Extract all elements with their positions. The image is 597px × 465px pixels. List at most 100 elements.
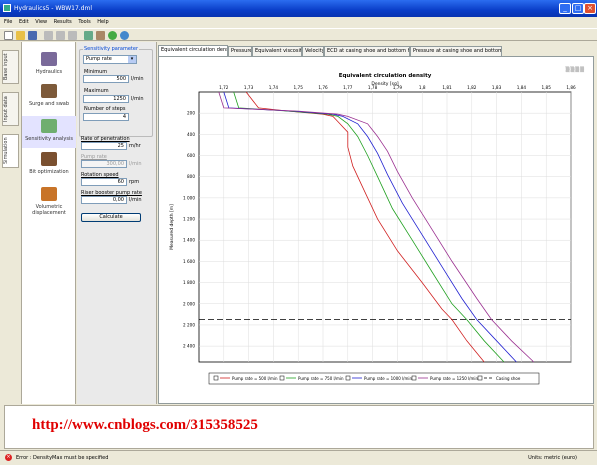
legend-checkbox — [411, 375, 417, 381]
minimum-unit: l/min — [131, 76, 144, 82]
new-icon[interactable] — [4, 31, 13, 40]
volumetric-icon — [41, 187, 57, 201]
steps-input[interactable]: 4 — [83, 113, 129, 121]
legend-checkbox — [279, 375, 285, 381]
x-tick-label: 1,82 — [467, 85, 477, 90]
riser-unit: l/min — [129, 197, 142, 203]
y-tick-label: 2 400 — [183, 344, 195, 349]
nav-volumetric-displacement[interactable]: Volumetric displacement — [22, 187, 76, 221]
x-tick-label: 1,86 — [566, 85, 576, 90]
x-tick-label: 1,83 — [492, 85, 502, 90]
nav-hydraulics[interactable]: Hydraulics — [22, 52, 76, 82]
calculate-button[interactable]: Calculate — [81, 213, 141, 222]
rop-input[interactable]: 25 — [81, 142, 127, 150]
x-tick-label: 1,72 — [219, 85, 229, 90]
nav-sensitivity-analysis[interactable]: Sensitivity analysis — [22, 116, 76, 148]
nav-label: Surge and swab — [28, 101, 70, 107]
menu-help[interactable]: Help — [97, 19, 108, 25]
tab-equivalent-viscosity[interactable]: Equivalent viscosity — [252, 46, 302, 56]
tab-pressure-casing-shoe[interactable]: Pressure at casing shoe and bottom hole — [410, 46, 502, 56]
help-icon[interactable] — [120, 31, 129, 40]
refresh-icon[interactable] — [108, 31, 117, 40]
nav-surge-and-swab[interactable]: Surge and swab — [22, 84, 76, 114]
maximum-unit: l/min — [131, 96, 144, 102]
cut-icon[interactable] — [44, 31, 53, 40]
nav-bit-optimization[interactable]: Bit optimization — [22, 152, 76, 182]
y-tick-label: 800 — [187, 174, 195, 179]
open-icon[interactable] — [16, 31, 25, 40]
nav-label: Volumetric displacement — [32, 204, 66, 216]
y-tick-label: 2 200 — [183, 322, 195, 327]
close-button[interactable]: × — [584, 3, 596, 14]
tools-icon[interactable] — [96, 31, 105, 40]
tab-simulation[interactable]: Simulation — [2, 134, 19, 168]
tab-ecd[interactable]: Equivalent circulation density — [158, 45, 228, 56]
parameters-panel: Sensitivity parameter Pump rate ▾ Minimu… — [77, 42, 157, 404]
x-tick-label: 1,84 — [517, 85, 527, 90]
left-tab-strip: Base input Input data Simulation — [0, 42, 22, 404]
x-tick-label: 1,76 — [318, 85, 328, 90]
pump-rate-input: 300,00 — [81, 160, 127, 168]
minimum-input[interactable]: 500 — [83, 75, 129, 83]
maximize-button[interactable]: □ — [572, 3, 584, 14]
rotation-unit: rpm — [129, 179, 140, 185]
chart-panel: ▒▒▒▒ Equivalent circulation density Densi… — [158, 56, 594, 404]
menu-bar: File Edit View Results Tools Help — [0, 17, 597, 28]
filter-icon[interactable] — [84, 31, 93, 40]
legend-entry: Pump rate = 1000 l/min — [364, 376, 413, 381]
chevron-down-icon: ▾ — [128, 56, 136, 63]
surge-icon — [41, 84, 57, 98]
tab-input-data[interactable]: Input data — [2, 92, 19, 126]
rotation-input[interactable]: 60 — [81, 178, 127, 186]
chart-tabs: Equivalent circulation density Pressure … — [158, 45, 594, 56]
menu-view[interactable]: View — [35, 19, 47, 25]
pump-rate-unit: l/min — [129, 161, 142, 167]
paste-icon[interactable] — [68, 31, 77, 40]
save-icon[interactable] — [28, 31, 37, 40]
legend-checkbox — [213, 375, 219, 381]
status-units: Units: metric (euro) — [528, 455, 577, 461]
chart-title: Equivalent circulation density — [339, 73, 432, 79]
x-tick-label: 1,77 — [343, 85, 353, 90]
tab-pressure[interactable]: Pressure — [228, 46, 252, 56]
tab-base-input[interactable]: Base input — [2, 50, 19, 84]
app-icon — [3, 4, 11, 12]
rop-unit: m/hr — [129, 143, 141, 149]
y-tick-label: 1 600 — [183, 259, 195, 264]
minimize-button[interactable]: _ — [559, 3, 571, 14]
riser-input[interactable]: 0,00 — [81, 196, 127, 204]
menu-edit[interactable]: Edit — [19, 19, 29, 25]
nav-label: Bit optimization — [29, 169, 69, 175]
y-tick-label: 200 — [187, 111, 195, 116]
bit-icon — [41, 152, 57, 166]
tab-velocity[interactable]: Velocity — [302, 46, 324, 56]
legend-entry: Pump rate = 750 l/min — [298, 376, 344, 381]
tab-ecd-casing-shoe[interactable]: ECD at casing shoe and bottom hole — [324, 46, 410, 56]
parameter-select[interactable]: Pump rate ▾ — [83, 55, 137, 64]
x-tick-label: 1,81 — [442, 85, 452, 90]
legend-entry: Casing shoe — [496, 376, 521, 381]
x-tick-label: 1,78 — [368, 85, 378, 90]
x-tick-label: 1,85 — [542, 85, 552, 90]
sensitivity-parameter-group: Sensitivity parameter Pump rate ▾ Minimu… — [79, 46, 153, 137]
menu-file[interactable]: File — [4, 19, 12, 25]
x-tick-label: 1,75 — [294, 85, 304, 90]
y-tick-label: 1 800 — [183, 280, 195, 285]
menu-results[interactable]: Results — [54, 19, 72, 25]
x-tick-label: 1,79 — [393, 85, 403, 90]
toolbar — [0, 28, 597, 41]
hydraulics-icon — [41, 52, 57, 66]
x-tick-label: 1,73 — [244, 85, 254, 90]
copy-icon[interactable] — [56, 31, 65, 40]
y-tick-label: 1 000 — [183, 195, 195, 200]
y-axis-label: Measured depth [m] — [169, 204, 175, 250]
group-label: Sensitivity parameter — [83, 46, 140, 52]
menu-tools[interactable]: Tools — [78, 19, 90, 25]
sensitivity-icon — [41, 119, 57, 133]
ecd-chart: Equivalent circulation densityDensity [s… — [169, 73, 576, 385]
legend-checkbox — [345, 375, 351, 381]
parameter-select-value: Pump rate — [86, 56, 112, 62]
y-tick-label: 1 200 — [183, 217, 195, 222]
maximum-input[interactable]: 1250 — [83, 95, 129, 103]
error-icon: × — [5, 454, 12, 461]
